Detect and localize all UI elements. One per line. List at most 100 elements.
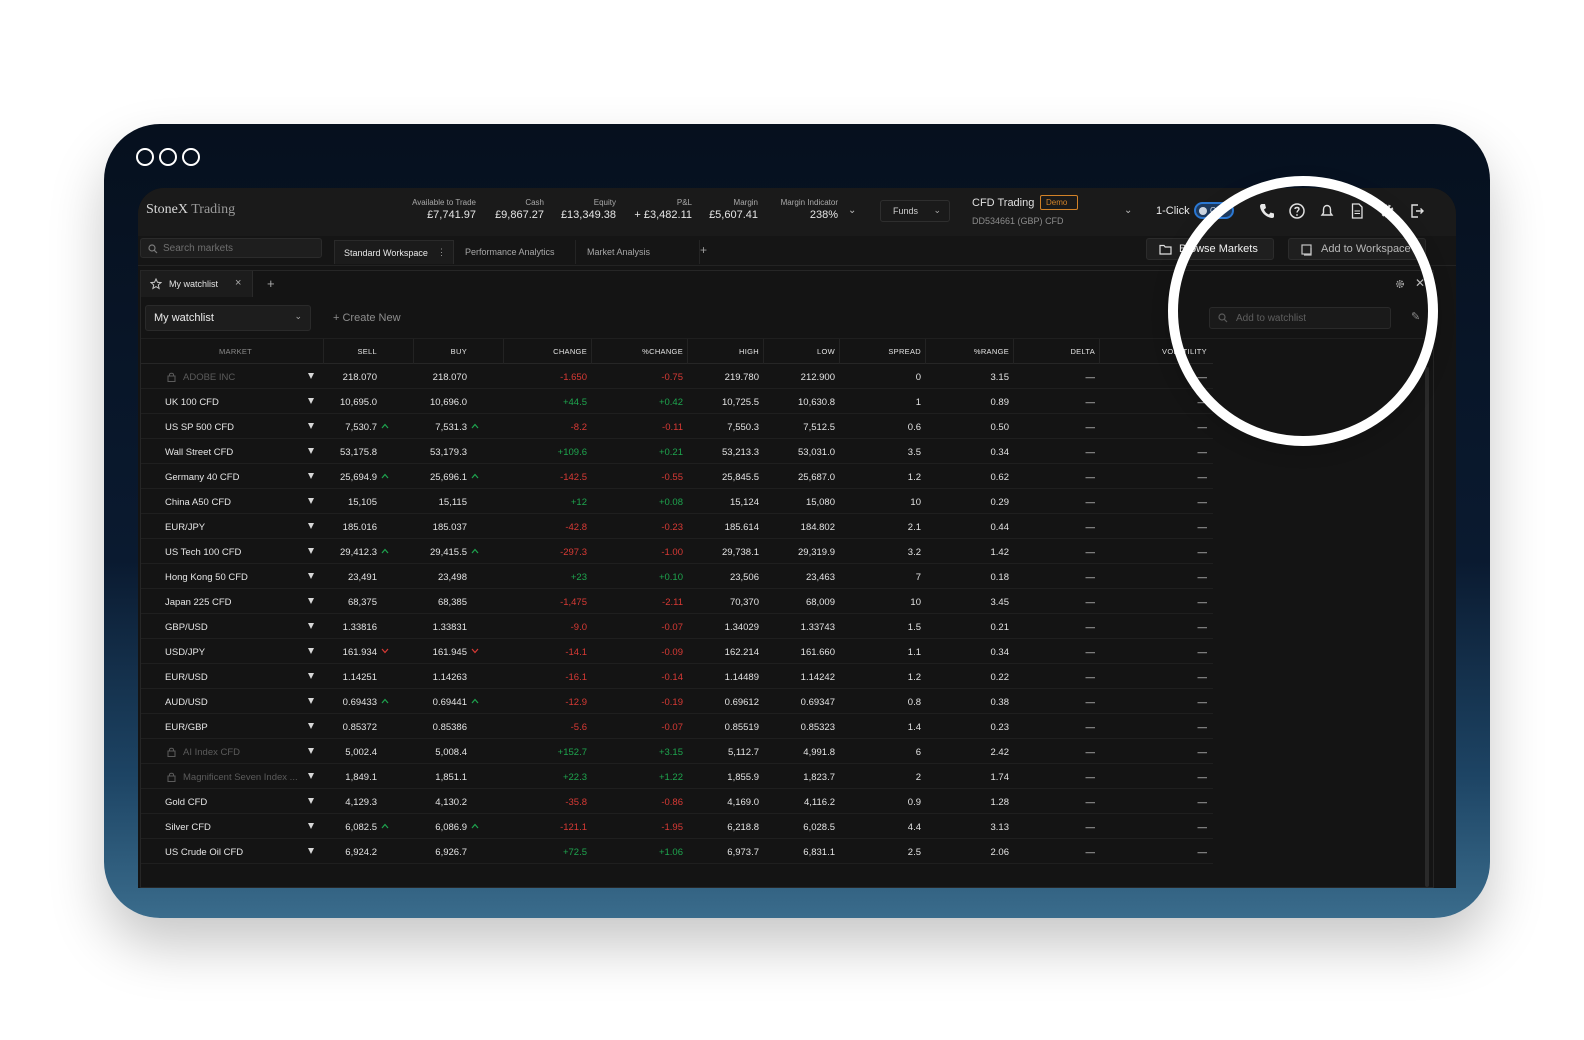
market-name[interactable]: Gold CFD: [165, 797, 207, 808]
cell-sell[interactable]: 185.016: [325, 522, 377, 533]
cell-buy[interactable]: 7,531.3: [415, 422, 467, 433]
window-control-1[interactable]: [136, 148, 154, 166]
column-header-market[interactable]: MARKET: [219, 347, 252, 356]
market-name[interactable]: AUD/USD: [165, 697, 208, 708]
tab-standard-workspace[interactable]: Standard Workspace ⋮: [334, 240, 454, 264]
scrollbar[interactable]: [1425, 367, 1429, 887]
account-chevron-down-icon[interactable]: ⌄: [1124, 205, 1132, 216]
expand-triangle-icon[interactable]: [308, 423, 314, 429]
cell-sell[interactable]: 1,849.1: [325, 772, 377, 783]
table-row[interactable]: US SP 500 CFD 7,530.7 7,531.3 -8.2 -0.11 7,55…: [141, 414, 1213, 439]
cell-buy[interactable]: 185.037: [415, 522, 467, 533]
cell-buy[interactable]: 1.33831: [415, 622, 467, 633]
table-row[interactable]: Silver CFD 6,082.5 6,086.9 -121.1 -1.95 6,218…: [141, 814, 1213, 839]
column-header-change[interactable]: CHANGE: [521, 347, 587, 356]
expand-triangle-icon[interactable]: [308, 723, 314, 729]
window-control-2[interactable]: [159, 148, 177, 166]
table-row[interactable]: US Tech 100 CFD 29,412.3 29,415.5 -297.3 -1.…: [141, 539, 1213, 564]
market-name[interactable]: US Tech 100 CFD: [165, 547, 241, 558]
cell-buy[interactable]: 23,498: [415, 572, 467, 583]
cell-buy[interactable]: 218.070: [415, 372, 467, 383]
market-name[interactable]: Hong Kong 50 CFD: [165, 572, 248, 583]
table-row[interactable]: EUR/JPY 185.016 185.037 -42.8 -0.23 185.614 18…: [141, 514, 1213, 539]
market-name[interactable]: Magnificent Seven Index ...: [183, 772, 298, 783]
add-panel-tab-button[interactable]: +: [267, 276, 275, 291]
table-row[interactable]: China A50 CFD 15,105 15,115 +12 +0.08 15,124 1…: [141, 489, 1213, 514]
cell-buy[interactable]: 10,696.0: [415, 397, 467, 408]
watchlist-select[interactable]: My watchlist ⌄: [145, 305, 311, 331]
cell-buy[interactable]: 1,851.1: [415, 772, 467, 783]
market-name[interactable]: Japan 225 CFD: [165, 597, 232, 608]
table-row[interactable]: GBP/USD 1.33816 1.33831 -9.0 -0.07 1.34029 1.3…: [141, 614, 1213, 639]
cell-buy[interactable]: 0.69441: [415, 697, 467, 708]
market-name[interactable]: Germany 40 CFD: [165, 472, 239, 483]
expand-triangle-icon[interactable]: [308, 673, 314, 679]
table-row[interactable]: Germany 40 CFD 25,694.9 25,696.1 -142.5 -0.5…: [141, 464, 1213, 489]
cell-buy[interactable]: 4,130.2: [415, 797, 467, 808]
cell-sell[interactable]: 25,694.9: [325, 472, 377, 483]
cell-sell[interactable]: 1.33816: [325, 622, 377, 633]
expand-triangle-icon[interactable]: [308, 698, 314, 704]
market-name[interactable]: Silver CFD: [165, 822, 211, 833]
expand-triangle-icon[interactable]: [308, 848, 314, 854]
search-markets-input[interactable]: Search markets: [140, 238, 322, 258]
expand-triangle-icon[interactable]: [308, 773, 314, 779]
more-vertical-icon[interactable]: ⋮: [437, 247, 446, 258]
window-control-3[interactable]: [182, 148, 200, 166]
cell-sell[interactable]: 0.85372: [325, 722, 377, 733]
table-row[interactable]: EUR/GBP 0.85372 0.85386 -5.6 -0.07 0.85519 0.8…: [141, 714, 1213, 739]
brand-logo[interactable]: StoneX Trading: [146, 202, 235, 218]
cell-sell[interactable]: 6,082.5: [325, 822, 377, 833]
cell-buy[interactable]: 29,415.5: [415, 547, 467, 558]
table-row[interactable]: AI Index CFD 5,002.4 5,008.4 +152.7 +3.15 5,1…: [141, 739, 1213, 764]
market-name[interactable]: EUR/USD: [165, 672, 208, 683]
cell-sell[interactable]: 29,412.3: [325, 547, 377, 558]
expand-triangle-icon[interactable]: [308, 573, 314, 579]
expand-triangle-icon[interactable]: [308, 598, 314, 604]
close-tab-icon[interactable]: ×: [235, 277, 241, 289]
expand-triangle-icon[interactable]: [308, 523, 314, 529]
column-header-range[interactable]: %RANGE: [953, 347, 1009, 356]
tab-my-watchlist[interactable]: My watchlist ×: [141, 271, 253, 297]
expand-triangle-icon[interactable]: [308, 798, 314, 804]
column-header-buy[interactable]: BUY: [415, 347, 467, 356]
table-row[interactable]: Wall Street CFD 53,175.8 53,179.3 +109.6 +0.…: [141, 439, 1213, 464]
tab-performance-analytics[interactable]: Performance Analytics: [456, 240, 576, 264]
cell-sell[interactable]: 5,002.4: [325, 747, 377, 758]
column-header-sell[interactable]: SELL: [325, 347, 377, 356]
chevron-down-icon[interactable]: ⌄: [848, 205, 856, 216]
cell-buy[interactable]: 1.14263: [415, 672, 467, 683]
expand-triangle-icon[interactable]: [308, 823, 314, 829]
market-name[interactable]: UK 100 CFD: [165, 397, 219, 408]
create-new-button[interactable]: + Create New: [333, 312, 401, 324]
cell-sell[interactable]: 23,491: [325, 572, 377, 583]
table-row[interactable]: Magnificent Seven Index ... 1,849.1 1,851.…: [141, 764, 1213, 789]
market-name[interactable]: GBP/USD: [165, 622, 208, 633]
market-name[interactable]: China A50 CFD: [165, 497, 231, 508]
table-row[interactable]: EUR/USD 1.14251 1.14263 -16.1 -0.14 1.14489 1.…: [141, 664, 1213, 689]
table-row[interactable]: Hong Kong 50 CFD 23,491 23,498 +23 +0.10 23,5…: [141, 564, 1213, 589]
cell-sell[interactable]: 218.070: [325, 372, 377, 383]
market-name[interactable]: US Crude Oil CFD: [165, 847, 243, 858]
cell-sell[interactable]: 1.14251: [325, 672, 377, 683]
cell-sell[interactable]: 161.934: [325, 647, 377, 658]
cell-buy[interactable]: 53,179.3: [415, 447, 467, 458]
table-row[interactable]: UK 100 CFD 10,695.0 10,696.0 +44.5 +0.42 10,7…: [141, 389, 1213, 414]
expand-triangle-icon[interactable]: [308, 448, 314, 454]
expand-triangle-icon[interactable]: [308, 623, 314, 629]
table-row[interactable]: Gold CFD 4,129.3 4,130.2 -35.8 -0.86 4,169.0 4…: [141, 789, 1213, 814]
table-row[interactable]: Japan 225 CFD 68,375 68,385 -1,475 -2.11 70,3…: [141, 589, 1213, 614]
market-name[interactable]: AI Index CFD: [183, 747, 240, 758]
cell-buy[interactable]: 6,086.9: [415, 822, 467, 833]
cell-buy[interactable]: 15,115: [415, 497, 467, 508]
column-header-delta[interactable]: DELTA: [1045, 347, 1095, 356]
column-header-low[interactable]: LOW: [781, 347, 835, 356]
market-name[interactable]: Wall Street CFD: [165, 447, 233, 458]
column-header-pct-change[interactable]: %CHANGE: [617, 347, 683, 356]
cell-sell[interactable]: 10,695.0: [325, 397, 377, 408]
expand-triangle-icon[interactable]: [308, 398, 314, 404]
tab-market-analysis[interactable]: Market Analysis: [578, 240, 700, 264]
table-row[interactable]: AUD/USD 0.69433 0.69441 -12.9 -0.19 0.69612 0.…: [141, 689, 1213, 714]
market-name[interactable]: EUR/GBP: [165, 722, 208, 733]
star-icon[interactable]: [150, 278, 162, 290]
